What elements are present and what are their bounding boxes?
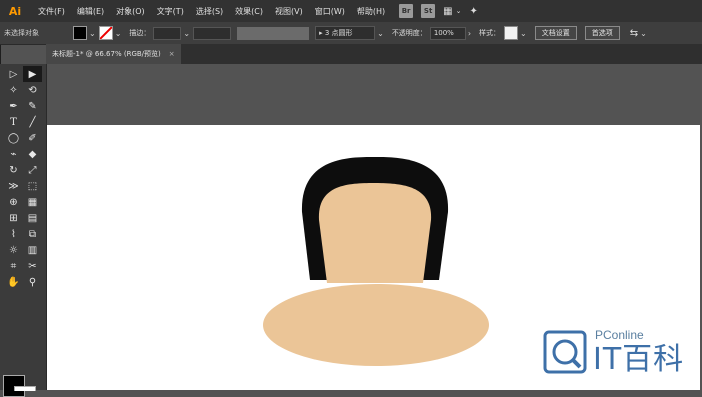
arrange-documents-icon[interactable]: ⇆ [630, 28, 638, 39]
menu-window[interactable]: 窗口(W) [309, 6, 351, 17]
width-tool-icon[interactable]: ≫ [4, 178, 23, 194]
stroke-label[interactable]: 描边： [129, 28, 150, 38]
stroke-swatch[interactable] [98, 26, 113, 40]
document-setup-button[interactable]: 文档设置 [534, 26, 577, 40]
zoom-tool-icon[interactable]: ⚲ [23, 274, 42, 290]
magic-wand-tool-icon[interactable]: ✧ [4, 82, 23, 98]
menu-object[interactable]: 对象(O) [110, 6, 151, 17]
artboard-tool-icon[interactable]: ⌗ [4, 258, 23, 274]
menu-view[interactable]: 视图(V) [269, 6, 309, 17]
stroke-weight-field[interactable] [153, 26, 182, 40]
column-graph-tool-icon[interactable]: ▥ [23, 242, 42, 258]
menu-select[interactable]: 选择(S) [190, 6, 229, 17]
workspace-grid-icon[interactable]: ▦ [443, 6, 452, 17]
lasso-tool-icon[interactable]: ⟲ [23, 82, 42, 98]
pen-tool-icon[interactable]: ✒ [4, 98, 23, 114]
scale-tool-icon[interactable]: ⤢ [23, 162, 42, 178]
chevron-down-icon[interactable]: ⌄ [456, 7, 462, 15]
pconline-watermark: PConline IT百科 [541, 326, 701, 386]
slice-tool-icon[interactable]: ✂ [23, 258, 42, 274]
brush-label: 3 点圆形 [324, 29, 353, 37]
shaper-tool-icon[interactable]: ⌁ [4, 146, 23, 162]
brush-definition-bar[interactable] [237, 26, 310, 40]
close-icon[interactable]: × [169, 50, 175, 58]
hand-tool-icon[interactable]: ✋ [4, 274, 23, 290]
chevron-right-icon[interactable]: › [468, 29, 471, 38]
variable-width-field[interactable] [193, 26, 232, 40]
menu-type[interactable]: 文字(T) [151, 6, 190, 17]
document-tab[interactable]: 未标题-1* @ 66.67% (RGB/预览) × [46, 44, 181, 64]
head-shape [318, 183, 432, 283]
curvature-tool-icon[interactable]: ✎ [23, 98, 42, 114]
mesh-tool-icon[interactable]: ⊞ [4, 210, 23, 226]
brush-select[interactable]: ▸ 3 点圆形 [315, 26, 376, 40]
gradient-tool-icon[interactable]: ▤ [23, 210, 42, 226]
style-label: 样式： [479, 29, 501, 37]
menu-help[interactable]: 帮助(H) [351, 6, 391, 17]
preferences-button[interactable]: 首选项 [584, 26, 620, 40]
selection-tool-icon[interactable]: ▷ [4, 66, 23, 82]
perspective-grid-tool-icon[interactable]: ▦ [23, 194, 42, 210]
line-tool-icon[interactable]: ╱ [23, 114, 42, 130]
rotate-tool-icon[interactable]: ↻ [4, 162, 23, 178]
direct-selection-tool-icon[interactable]: ▶ [23, 66, 42, 82]
pconline-logo-icon [543, 330, 587, 374]
watermark-brand: PConline [595, 328, 644, 342]
stock-button[interactable]: St [421, 4, 436, 18]
control-bar: 未选择对象 ⌄ ⌄ 描边： ⌄ ▸ 3 点圆形 ⌄ 不透明度： 100% › 样… [0, 22, 702, 45]
ellipse-tool-icon[interactable]: ◯ [4, 130, 23, 146]
menu-file[interactable]: 文件(F) [32, 6, 71, 17]
chevron-down-icon[interactable]: ⌄ [377, 29, 384, 38]
menu-edit[interactable]: 编辑(E) [71, 6, 110, 17]
shape-builder-tool-icon[interactable]: ⊕ [4, 194, 23, 210]
chevron-down-icon[interactable]: ⌄ [640, 29, 647, 38]
stroke-color-box[interactable] [14, 386, 36, 391]
watermark-name: IT百科 [593, 342, 685, 377]
blend-tool-icon[interactable]: ⧉ [23, 226, 42, 242]
selection-status: 未选择对象 [4, 29, 39, 37]
symbol-sprayer-tool-icon[interactable]: ☼ [4, 242, 23, 258]
paintbrush-tool-icon[interactable]: ✐ [23, 130, 42, 146]
opacity-label[interactable]: 不透明度： [392, 28, 427, 38]
opacity-input[interactable]: 100% [429, 26, 466, 40]
type-tool-icon[interactable]: T [4, 114, 23, 130]
bridge-button[interactable]: Br [399, 4, 414, 18]
document-tab-title: 未标题-1* @ 66.67% (RGB/预览) [52, 50, 161, 58]
style-swatch[interactable] [504, 26, 519, 40]
menu-bar: Ai 文件(F) 编辑(E) 对象(O) 文字(T) 选择(S) 效果(C) 视… [0, 0, 702, 22]
chevron-down-icon[interactable]: ⌄ [89, 29, 96, 38]
chevron-down-icon[interactable]: ⌄ [520, 29, 527, 38]
shoulders-shape [263, 284, 489, 366]
chevron-down-icon[interactable]: ⌄ [115, 29, 122, 38]
menu-effect[interactable]: 效果(C) [229, 6, 269, 17]
free-transform-tool-icon[interactable]: ⬚ [23, 178, 42, 194]
tools-panel: ▷ ▶ ✧ ⟲ ✒ ✎ T ╱ ◯ ✐ ⌁ ◆ ↻ ⤢ ≫ ⬚ ⊕ ▦ ⊞ ▤ … [0, 64, 47, 397]
chevron-down-icon[interactable]: ⌄ [183, 29, 190, 38]
fill-swatch[interactable] [73, 26, 87, 40]
document-tab-bar: 未标题-1* @ 66.67% (RGB/预览) × [46, 44, 702, 64]
eraser-tool-icon[interactable]: ◆ [23, 146, 42, 162]
eyedropper-tool-icon[interactable]: ⌇ [4, 226, 23, 242]
gpu-performance-icon[interactable]: ✦ [469, 6, 477, 17]
app-logo: Ai [8, 4, 22, 18]
